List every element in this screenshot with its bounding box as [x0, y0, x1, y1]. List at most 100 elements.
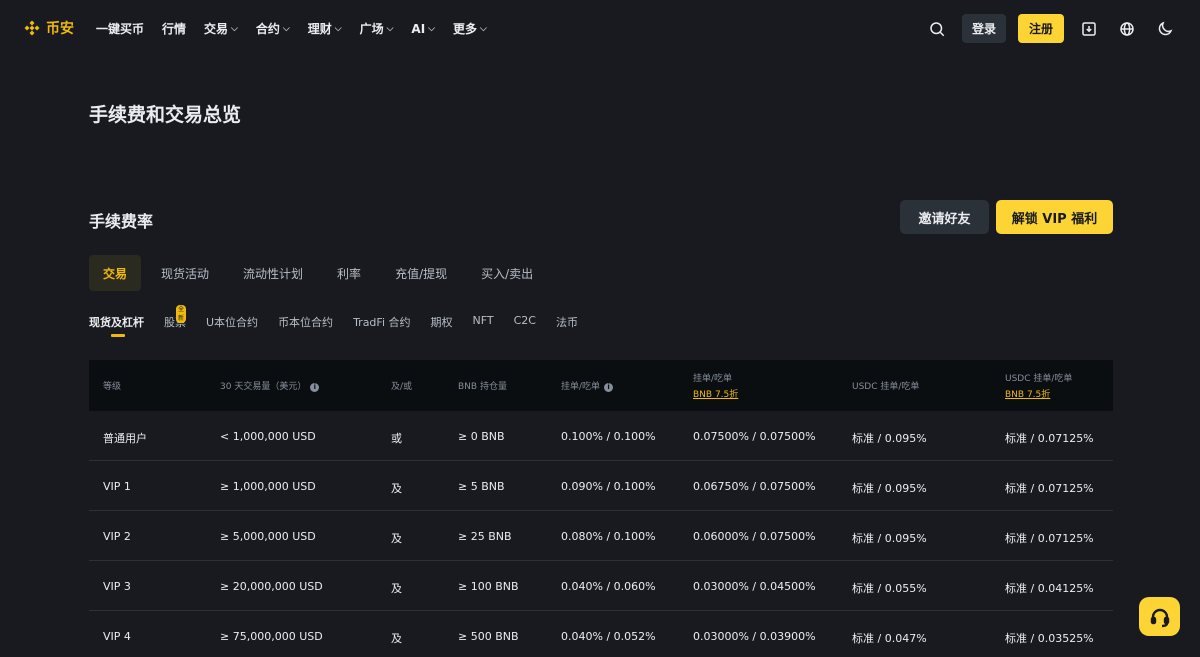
- tab-1[interactable]: 现货活动: [147, 255, 223, 291]
- cell-andor: 及: [391, 582, 402, 595]
- signup-button[interactable]: 注册: [1017, 14, 1064, 43]
- info-icon[interactable]: i: [604, 383, 614, 392]
- nav-item-1[interactable]: 行情: [162, 20, 186, 37]
- subtab-label: U本位合约: [206, 316, 259, 329]
- subtab-label: 期权: [430, 316, 453, 329]
- cell-usdc-bnb: 标准 / 0.03525%: [1005, 632, 1094, 645]
- table-row: VIP 2 ≥ 5,000,000 USD 及 ≥ 25 BNB 0.080% / 0.…: [89, 511, 1113, 561]
- cell-bnb: ≥ 5 BNB: [458, 480, 505, 493]
- cell-usdc-bnb: 标准 / 0.07125%: [1005, 532, 1094, 545]
- header-usdc-maker-taker: USDC 挂单/吃单: [852, 382, 920, 392]
- header-andor: 及/或: [391, 382, 413, 392]
- nav-item-label: 广场: [359, 22, 384, 36]
- subtab-label: 币本位合约: [278, 316, 334, 329]
- cell-usdc: 标准 / 0.095%: [852, 432, 927, 445]
- cell-usdc: 标准 / 0.055%: [852, 582, 927, 595]
- chevron-down-icon: ⌵: [282, 23, 290, 34]
- brand-logo[interactable]: 币安: [22, 18, 74, 38]
- tab-3[interactable]: 利率: [323, 255, 375, 291]
- header-usdc-bnb-mt-label: USDC 挂单/吃单: [1005, 374, 1073, 384]
- subtab-5[interactable]: 期权: [431, 314, 453, 336]
- cell-bnb-mt: 0.06000% / 0.07500%: [693, 530, 816, 543]
- nav-item-5[interactable]: 广场 ⌵: [360, 20, 394, 37]
- cell-level: VIP 1: [103, 480, 131, 493]
- cell-usdc-bnb: 标准 / 0.07125%: [1005, 482, 1094, 495]
- info-icon[interactable]: i: [310, 383, 320, 392]
- cell-mt: 0.040% / 0.052%: [561, 630, 656, 643]
- tab-2[interactable]: 流动性计划: [229, 255, 317, 291]
- cell-level: VIP 2: [103, 530, 131, 543]
- cell-bnb: ≥ 25 BNB: [458, 530, 512, 543]
- chevron-down-icon: ⌵: [428, 23, 435, 34]
- cell-level: 普通用户: [103, 432, 147, 445]
- subtab-4[interactable]: TradFi 合约: [353, 314, 410, 336]
- cell-mt: 0.090% / 0.100%: [561, 480, 656, 493]
- tab-4[interactable]: 充值/提现: [381, 255, 461, 291]
- header-usdc-bnb-maker-taker: USDC 挂单/吃单 BNB 7.5折: [1005, 371, 1072, 400]
- cell-bnb: ≥ 500 BNB: [458, 630, 519, 643]
- cell-andor: 及: [391, 632, 402, 645]
- top-navbar: 币安 一键买币 行情 交易 ⌵ 合约 ⌵ 理财 ⌵ 广场 ⌵ AI ⌵ 更多 ⌵ 登录 注册: [0, 0, 1200, 56]
- header-maker-taker-label: 挂单/吃单: [561, 382, 601, 392]
- binance-logo-icon: [24, 20, 40, 36]
- nav-item-3[interactable]: 合约 ⌵: [256, 20, 290, 37]
- subtab-6[interactable]: NFT: [473, 314, 494, 336]
- subtab-1[interactable]: 股票 全新: [164, 305, 187, 336]
- fee-subtabs: 现货及杠杆 股票 全新 U本位合约 币本位合约 TradFi 合约 期权 NFT C2C 法币: [89, 305, 598, 337]
- subtab-label: NFT: [472, 314, 494, 327]
- nav-item-4[interactable]: 理财 ⌵: [308, 20, 342, 37]
- subtab-3[interactable]: 币本位合约: [278, 314, 333, 336]
- dark-mode-icon[interactable]: [1152, 16, 1178, 42]
- cell-usdc: 标准 / 0.095%: [852, 482, 927, 495]
- table-body: 普通用户 < 1,000,000 USD 或 ≥ 0 BNB 0.100% / 0.10…: [89, 411, 1113, 657]
- cell-usdc: 标准 / 0.095%: [852, 532, 927, 545]
- table-row: VIP 4 ≥ 75,000,000 USD 及 ≥ 500 BNB 0.040% / …: [89, 611, 1113, 657]
- cell-volume: ≥ 20,000,000 USD: [220, 580, 323, 593]
- subtab-label: C2C: [513, 314, 536, 327]
- download-icon[interactable]: [1076, 16, 1102, 42]
- header-bnb: BNB 持仓量: [458, 382, 507, 392]
- nav-item-7[interactable]: 更多 ⌵: [453, 20, 487, 37]
- nav-item-2[interactable]: 交易 ⌵: [204, 20, 238, 37]
- usdc-bnb-discount-link[interactable]: BNB 7.5折: [1005, 387, 1072, 400]
- table-row: VIP 3 ≥ 20,000,000 USD 及 ≥ 100 BNB 0.040% / …: [89, 561, 1113, 611]
- table-header: 等级 30 天交易量（美元） i 及/或 BNB 持仓量 挂单/吃单 i 挂单/吃单…: [89, 360, 1113, 411]
- cell-bnb: ≥ 100 BNB: [458, 580, 519, 593]
- headset-icon: [1150, 608, 1169, 627]
- subtab-7[interactable]: C2C: [514, 314, 536, 336]
- support-chat-button[interactable]: [1139, 597, 1180, 636]
- bnb-discount-link[interactable]: BNB 7.5折: [693, 387, 738, 400]
- cell-volume: ≥ 5,000,000 USD: [220, 530, 316, 543]
- cell-andor: 及: [391, 482, 402, 495]
- globe-icon[interactable]: [1114, 16, 1140, 42]
- header-volume-label: 30 天交易量（美元）: [220, 382, 307, 392]
- tab-5[interactable]: 买入/卖出: [467, 255, 547, 291]
- cell-bnb-mt: 0.07500% / 0.07500%: [693, 430, 816, 443]
- new-badge: 全新: [176, 305, 187, 323]
- nav-item-0[interactable]: 一键买币: [96, 20, 144, 37]
- cell-bnb-mt: 0.06750% / 0.07500%: [693, 480, 816, 493]
- header-bnb-maker-taker: 挂单/吃单 BNB 7.5折: [693, 371, 738, 400]
- nav-item-6[interactable]: AI ⌵: [411, 20, 435, 37]
- cell-andor: 及: [391, 532, 402, 545]
- cell-volume: ≥ 75,000,000 USD: [220, 630, 323, 643]
- nav-actions: 登录 注册: [924, 14, 1178, 43]
- subtab-0[interactable]: 现货及杠杆: [89, 314, 144, 337]
- header-level: 等级: [103, 382, 122, 392]
- tab-0[interactable]: 交易: [89, 255, 142, 291]
- login-button[interactable]: 登录: [961, 14, 1006, 43]
- cell-mt: 0.080% / 0.100%: [561, 530, 656, 543]
- cell-bnb-mt: 0.03000% / 0.03900%: [693, 630, 816, 643]
- subtab-8[interactable]: 法币: [556, 314, 578, 336]
- fee-tabs: 交易 现货活动 流动性计划 利率 充值/提现 买入/卖出: [89, 255, 553, 291]
- subtab-2[interactable]: U本位合约: [206, 314, 258, 336]
- unlock-vip-button[interactable]: 解锁 VIP 福利: [996, 200, 1113, 234]
- nav-item-label: 更多: [453, 22, 478, 36]
- invite-friends-button[interactable]: 邀请好友: [900, 200, 989, 234]
- table-row: VIP 1 ≥ 1,000,000 USD 及 ≥ 5 BNB 0.090% / 0.1…: [89, 461, 1113, 511]
- cell-mt: 0.100% / 0.100%: [561, 430, 656, 443]
- cell-volume: ≥ 1,000,000 USD: [220, 480, 316, 493]
- cell-bnb: ≥ 0 BNB: [458, 430, 505, 443]
- cell-usdc-bnb: 标准 / 0.04125%: [1005, 582, 1094, 595]
- search-icon[interactable]: [924, 16, 950, 42]
